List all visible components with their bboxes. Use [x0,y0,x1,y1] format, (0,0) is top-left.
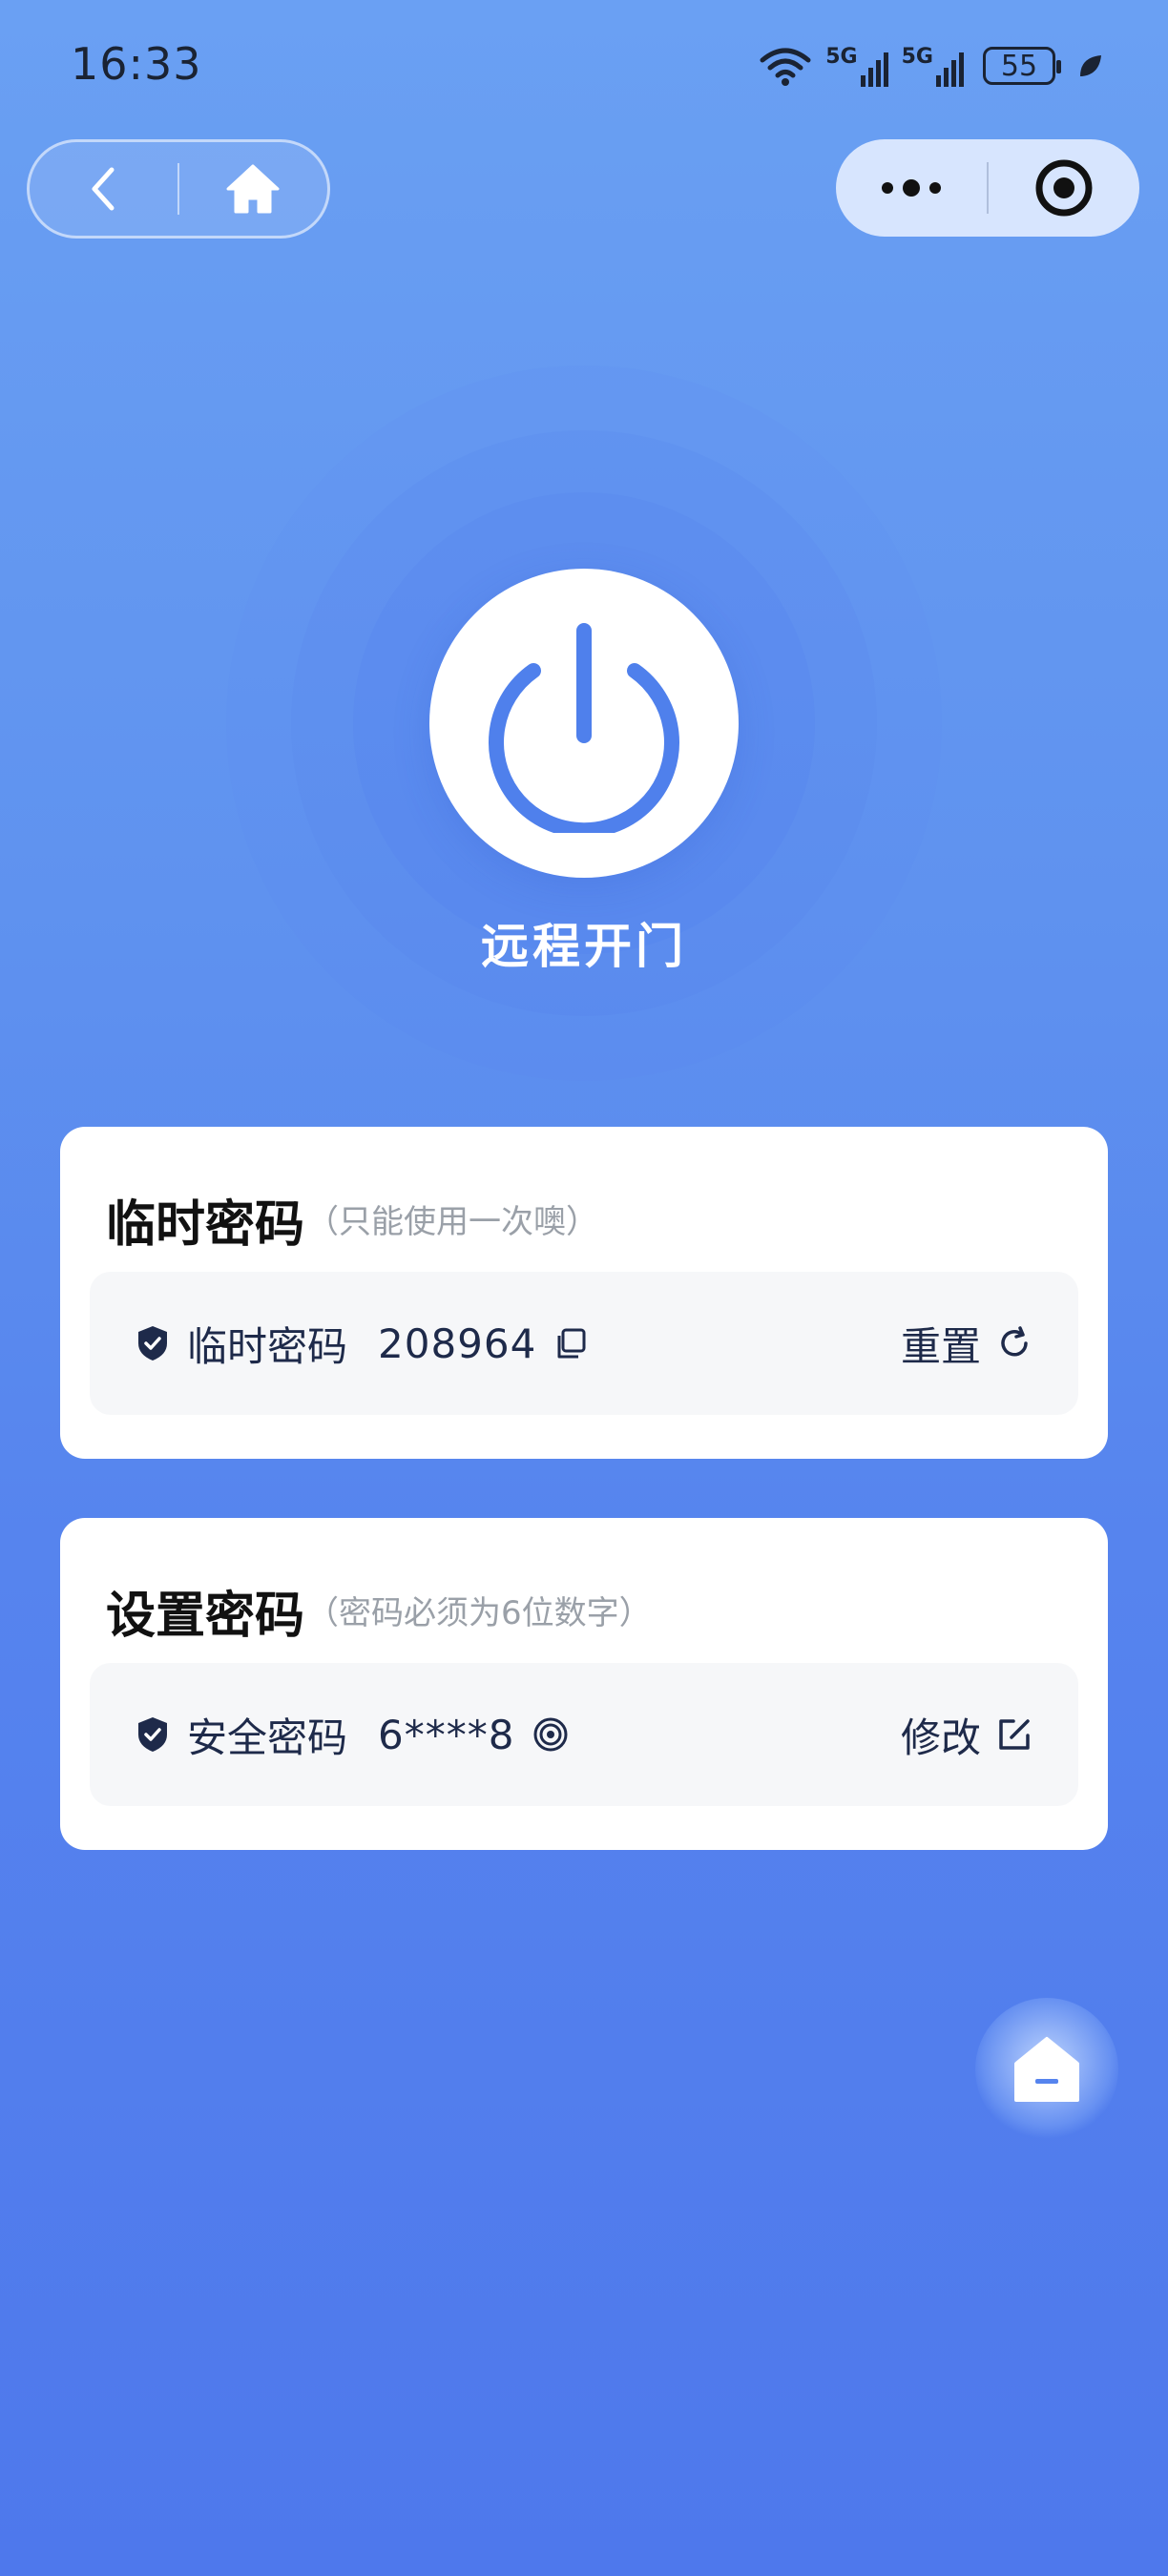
battery-level: 55 [1000,49,1038,83]
temp-password-card: 临时密码 （只能使用一次噢） 临时密码 208964 重置 [60,1127,1108,1459]
set-password-card: 设置密码 （密码必须为6位数字） 安全密码 6****8 修改 [60,1518,1108,1850]
security-password-value: 6****8 [378,1711,515,1758]
more-icon [882,179,941,197]
refresh-icon [1001,1326,1028,1357]
back-button[interactable] [30,142,177,236]
set-password-hint: （密码必须为6位数字） [306,1594,652,1632]
house-icon [1014,2037,1079,2102]
leaf-icon [1080,55,1101,76]
battery-indicator: 55 [983,47,1061,85]
temp-password-value: 208964 [378,1319,537,1367]
wifi-icon [760,48,811,86]
power-icon [489,623,679,833]
shield-check-icon [138,1717,167,1752]
temp-password-hint: （只能使用一次噢） [306,1203,598,1241]
reset-label: 重置 [900,1322,981,1370]
status-time: 16:33 [71,38,202,90]
home-button[interactable] [179,142,327,236]
reset-button[interactable]: 重置 [901,1272,1032,1415]
temp-password-label: 临时密码 [187,1322,348,1370]
security-password-row: 安全密码 6****8 修改 [90,1663,1078,1806]
set-password-title: 设置密码 [106,1588,305,1645]
floating-home-widget[interactable] [975,1998,1118,2141]
remote-open-button[interactable] [429,569,739,878]
copy-icon[interactable] [553,1326,588,1361]
shield-check-icon [138,1326,167,1361]
more-button[interactable] [836,139,987,237]
network-type: 5G [825,45,858,69]
chevron-left-icon [92,167,114,211]
temp-password-title: 临时密码 [106,1196,305,1254]
edit-icon [999,1719,1030,1750]
eye-icon[interactable] [532,1715,570,1754]
signal-icon: 5G [825,45,888,87]
home-icon [226,164,280,214]
signal-icon-2: 5G [902,45,964,87]
security-password-label: 安全密码 [187,1714,348,1761]
close-miniapp-button[interactable] [989,139,1139,237]
nav-capsule-left [27,139,330,239]
target-icon [1035,159,1093,217]
network-type-2: 5G [901,45,933,69]
temp-password-row: 临时密码 208964 重置 [90,1272,1078,1415]
status-icons: 5G 5G 55 [759,42,1105,90]
remote-open-label: 远程开门 [481,919,687,974]
modify-label: 修改 [900,1714,981,1761]
modify-button[interactable]: 修改 [901,1663,1032,1806]
nav-capsule-right [836,139,1139,237]
